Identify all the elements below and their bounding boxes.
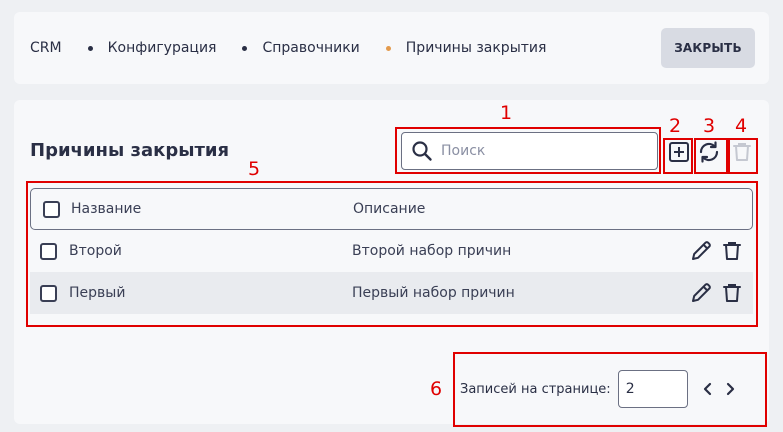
breadcrumb-item-current: Причины закрытия	[405, 40, 547, 56]
annotation-box-pagination	[453, 352, 767, 427]
breadcrumb-item-directories[interactable]: Справочники	[262, 40, 359, 56]
annotation-label-5: 5	[248, 158, 261, 180]
breadcrumb-separator	[87, 45, 93, 51]
breadcrumb-separator-active	[385, 45, 391, 51]
close-button[interactable]: ЗАКРЫТЬ	[661, 28, 755, 68]
page-title: Причины закрытия	[30, 140, 230, 161]
annotation-label-3: 3	[703, 115, 716, 137]
annotation-label-1: 1	[500, 102, 513, 124]
annotation-label-2: 2	[669, 115, 682, 137]
breadcrumb-separator	[242, 45, 248, 51]
breadcrumb: CRM Конфигурация Справочники Причины зак…	[30, 12, 546, 84]
breadcrumb-item-crm[interactable]: CRM	[30, 40, 62, 56]
annotation-box-table	[26, 181, 758, 327]
annotation-box-refresh	[694, 138, 728, 174]
annotation-label-6: 6	[430, 378, 443, 400]
annotation-box-search	[395, 127, 661, 174]
annotation-label-4: 4	[735, 115, 748, 137]
annotation-box-delete	[728, 138, 758, 174]
annotation-box-add	[663, 138, 693, 174]
top-bar: CRM Конфигурация Справочники Причины зак…	[14, 12, 769, 84]
breadcrumb-item-configuration[interactable]: Конфигурация	[108, 40, 217, 56]
